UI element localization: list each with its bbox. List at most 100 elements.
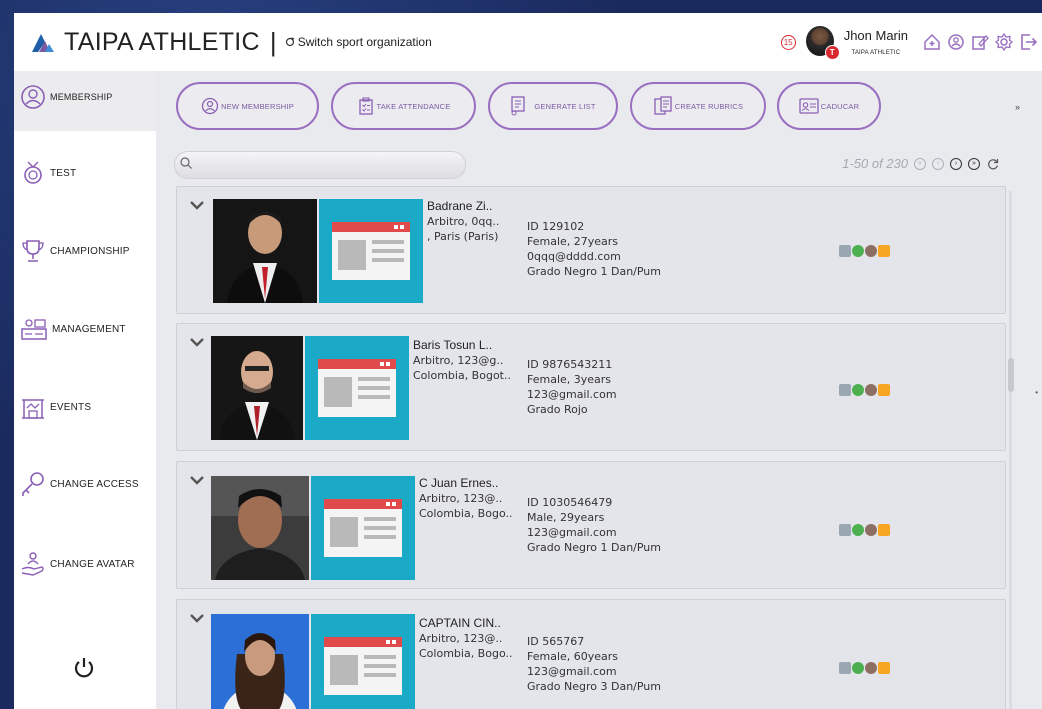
member-summary: Baris Tosun L.. Arbitro, 123@g.. Colombi… (413, 338, 511, 383)
search-input[interactable] (174, 151, 466, 179)
edit-pencil-icon[interactable] (878, 245, 890, 257)
last-page-icon[interactable]: » (968, 157, 980, 170)
notification-badge[interactable]: 15 (780, 34, 796, 50)
settings-icon[interactable] (994, 32, 1014, 52)
next-page-icon[interactable]: › (950, 157, 962, 170)
caducar-button[interactable]: CADUCAR (777, 82, 881, 130)
home-add-icon[interactable] (922, 32, 942, 52)
create-rubrics-label: CREATE RUBRICS (674, 101, 744, 111)
avatar-badge-icon: T (824, 45, 840, 60)
member-name: C Juan Ernes.. (419, 476, 499, 490)
new-membership-button[interactable]: NEW MEMBERSHIP (176, 82, 319, 130)
profile-icon[interactable] (865, 662, 877, 674)
refresh-icon[interactable] (986, 157, 1000, 171)
member-grade: Grado Rojo (527, 403, 588, 416)
check-icon[interactable] (852, 524, 864, 536)
sidebar-item-change-avatar[interactable]: CHANGE AVATAR (20, 551, 135, 577)
id-card-icon (799, 98, 819, 114)
sidebar-item-label: CHAMPIONSHIP (50, 245, 130, 257)
member-grade: Grado Negro 1 Dan/Pum (527, 265, 661, 278)
power-icon[interactable] (72, 656, 96, 680)
member-name: Badrane Zi.. (427, 199, 493, 213)
certificate-icon[interactable] (839, 245, 851, 257)
edit-icon[interactable] (970, 32, 990, 52)
member-summary: C Juan Ernes.. Arbitro, 123@.. Colombia,… (419, 476, 512, 521)
member-email: 0qqq@dddd.com (527, 250, 621, 263)
profile-icon[interactable] (865, 245, 877, 257)
chevron-down-icon[interactable] (189, 474, 205, 486)
create-rubrics-button[interactable]: CREATE RUBRICS (630, 82, 766, 130)
sidebar-item-membership[interactable]: MEMBERSHIP (20, 84, 113, 110)
search-icon (180, 157, 192, 169)
sidebar-item-championship[interactable]: CHAMPIONSHIP (20, 238, 130, 264)
check-icon[interactable] (852, 662, 864, 674)
edit-pencil-icon[interactable] (878, 524, 890, 536)
member-role: Arbitro, 123@.. (419, 492, 503, 505)
member-details: ID 9876543211 Female, 3years 123@gmail.c… (527, 357, 617, 417)
caducar-label: CADUCAR (820, 101, 860, 111)
first-page-icon[interactable]: « (914, 157, 926, 170)
sidebar-item-test[interactable]: TEST (20, 160, 76, 186)
member-grade: Grado Negro 3 Dan/Pum (527, 680, 661, 693)
check-icon[interactable] (852, 384, 864, 396)
switch-organization-label: Switch sport organization (297, 35, 432, 49)
switch-organization-link[interactable]: Switch sport organization (285, 35, 432, 49)
prev-page-icon[interactable]: ‹ (932, 157, 944, 170)
document-preview-icon (318, 359, 396, 417)
profile-icon[interactable] (865, 384, 877, 396)
sidebar-item-label: CHANGE ACCESS (50, 478, 139, 490)
member-card[interactable]: CAPTAIN CIN.. Arbitro, 123@.. Colombia, … (176, 599, 1006, 709)
member-name: Baris Tosun L.. (413, 338, 493, 352)
avatar-hand-icon (21, 552, 44, 576)
member-card[interactable]: Baris Tosun L.. Arbitro, 123@g.. Colombi… (176, 323, 1006, 451)
new-membership-label: NEW MEMBERSHIP (221, 101, 294, 111)
sidebar-item-label: MANAGEMENT (52, 323, 126, 335)
chevron-down-icon[interactable] (189, 336, 205, 348)
generate-list-button[interactable]: GENERATE LIST (488, 82, 618, 130)
scrollbar-track[interactable] (1009, 191, 1012, 709)
edit-pencil-icon[interactable] (878, 384, 890, 396)
take-attendance-button[interactable]: TAKE ATTENDANCE (331, 82, 476, 130)
user-info[interactable]: Jhon Marin TAIPA ATHLETIC (844, 28, 908, 56)
edit-pencil-icon[interactable] (878, 662, 890, 674)
check-icon[interactable] (852, 245, 864, 257)
member-gender-age: Female, 27years (527, 235, 619, 248)
chevron-down-icon[interactable] (189, 612, 205, 624)
scrollbar-thumb[interactable] (1008, 358, 1014, 392)
more-actions-button[interactable]: » (1015, 102, 1020, 112)
member-photo (213, 199, 317, 303)
user-avatar[interactable]: T (805, 26, 840, 60)
member-role: Arbitro, 0qq.. (427, 215, 500, 228)
document-thumbnail (311, 614, 415, 709)
member-card[interactable]: Badrane Zi.. Arbitro, 0qq.. , Paris (Par… (176, 186, 1006, 314)
medal-icon (24, 161, 42, 184)
pagination: 1-50 of 230 « ‹ › » (842, 156, 1000, 171)
document-preview-icon (324, 637, 402, 695)
member-gender-age: Female, 3years (527, 373, 612, 386)
certificate-icon[interactable] (839, 524, 851, 536)
certificate-icon[interactable] (839, 662, 851, 674)
logout-icon[interactable] (1018, 32, 1038, 52)
panel-edge-handle[interactable]: • (1035, 388, 1038, 397)
certificate-icon[interactable] (839, 384, 851, 396)
clipboard-icon (358, 97, 373, 115)
member-gender-age: Male, 29years (527, 511, 605, 524)
member-details: ID 565767 Female, 60years 123@gmail.com … (527, 634, 661, 694)
list-icon (511, 96, 526, 116)
users-sync-icon[interactable] (946, 32, 966, 52)
trophy-icon (22, 240, 44, 262)
document-preview-icon (324, 499, 402, 557)
sidebar-item-management[interactable]: MANAGEMENT (20, 317, 126, 341)
sidebar-item-label: CHANGE AVATAR (50, 558, 135, 570)
top-header: TAIPA ATHLETIC | Switch sport organizati… (14, 13, 1042, 71)
member-card[interactable]: C Juan Ernes.. Arbitro, 123@.. Colombia,… (176, 461, 1006, 589)
chevron-down-icon[interactable] (189, 199, 205, 211)
main-content: NEW MEMBERSHIP TAKE ATTENDANCE GENERATE … (156, 71, 1042, 709)
events-icon (22, 399, 44, 419)
sidebar-item-change-access[interactable]: CHANGE ACCESS (20, 471, 139, 497)
user-organization: TAIPA ATHLETIC (851, 50, 901, 56)
sidebar-item-events[interactable]: EVENTS (20, 394, 91, 420)
document-preview-icon (332, 222, 410, 280)
member-photo (211, 336, 303, 440)
profile-icon[interactable] (865, 524, 877, 536)
